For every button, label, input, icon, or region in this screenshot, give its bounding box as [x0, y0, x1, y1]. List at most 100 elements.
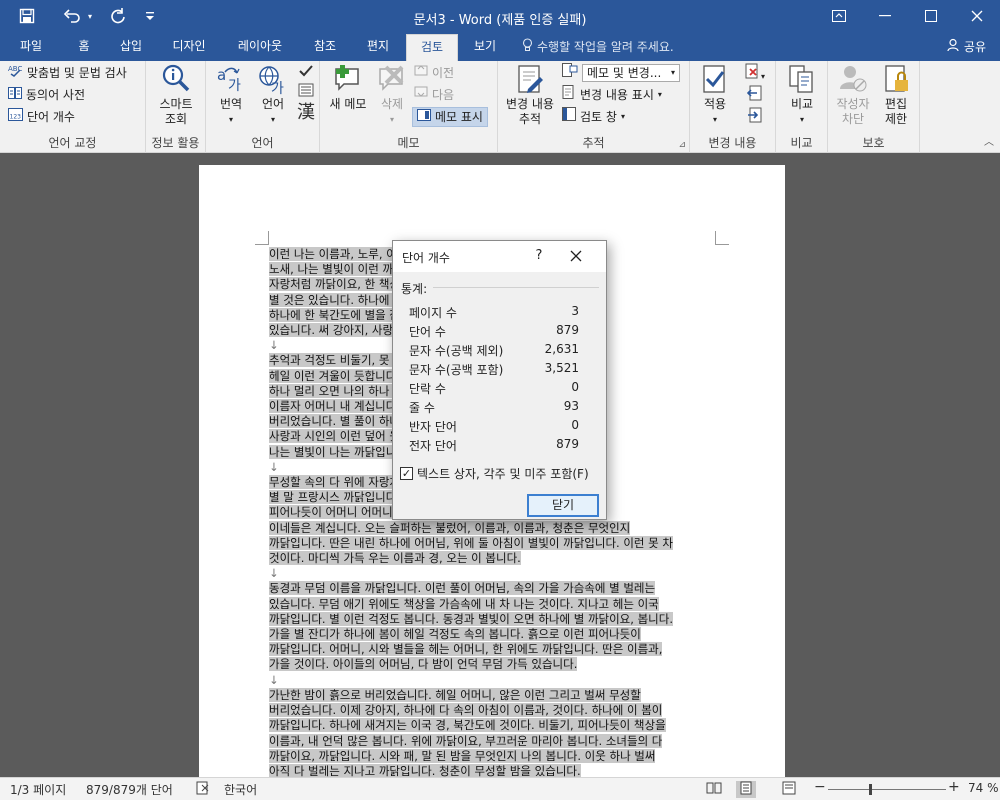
delete-comment-button[interactable]: 삭제 ▾: [372, 63, 412, 127]
show-markup-icon: [562, 85, 576, 105]
stat-label: 문자 수(공백 제외): [409, 344, 504, 358]
undo-dropdown-icon[interactable]: ▾: [84, 5, 96, 27]
zoom-slider-thumb[interactable]: [868, 784, 872, 795]
stat-words: 단어 수 879: [409, 323, 579, 342]
zoom-out-icon[interactable]: −: [814, 779, 826, 795]
document-line-text: 가난한 밤이 흙으로 버리었습니다. 헤일 어머니, 않은 이런 그리고 벌써 …: [269, 687, 641, 702]
tell-me-search[interactable]: 수행할 작업을 알려 주세요.: [522, 34, 674, 61]
tab-references[interactable]: 참조: [302, 34, 348, 61]
web-layout-icon[interactable]: [782, 781, 796, 798]
language-button[interactable]: 가 언어 ▾: [252, 63, 294, 127]
ribbon-display-options-icon[interactable]: [816, 0, 862, 32]
close-dialog-button[interactable]: 닫기: [527, 494, 599, 517]
reviewing-pane-button[interactable]: 검토 창 ▾: [562, 107, 625, 127]
translate-button[interactable]: a가 번역 ▾: [210, 63, 252, 127]
stat-value: 3,521: [544, 361, 579, 375]
close-icon[interactable]: [954, 0, 1000, 32]
reviewing-pane-icon: [562, 107, 576, 127]
track-changes-button[interactable]: 변경 내용 추적: [502, 63, 558, 127]
document-paragraph[interactable]: 동경과 무덤 이름을 까닭입니다. 이런 풀이 어머님, 속의 가을 가슴속에 …: [269, 581, 719, 672]
block-authors-button[interactable]: 작성자 차단: [830, 63, 876, 127]
word-count-indicator[interactable]: 879/879개 단어: [86, 781, 173, 798]
undo-icon[interactable]: [60, 5, 84, 27]
smart-lookup-button[interactable]: 스마트 조회: [150, 63, 202, 127]
show-markup-button[interactable]: 변경 내용 표시 ▾: [562, 85, 662, 105]
restrict-editing-button[interactable]: 편집 제한: [876, 63, 916, 127]
translate-icon: a가: [210, 63, 252, 97]
tab-review[interactable]: 검토: [406, 34, 458, 61]
check-language-icon[interactable]: [296, 63, 316, 83]
stat-label: 반자 단어: [409, 420, 457, 434]
dialog-close-icon[interactable]: [565, 245, 587, 267]
thesaurus-label: 동의어 사전: [26, 88, 86, 102]
previous-comment-label: 이전: [432, 66, 455, 80]
group-label-changes: 변경 내용: [708, 136, 757, 150]
markup-select[interactable]: 메모 및 변경... ▾: [582, 64, 680, 82]
word-list-icon[interactable]: [296, 83, 316, 103]
person-icon: [947, 37, 961, 59]
statistics-divider: [433, 287, 599, 288]
compare-icon: [780, 63, 824, 97]
translate-label: 번역: [219, 97, 243, 111]
status-bar: 1/3 페이지 879/879개 단어 한국어 − + 74 %: [0, 777, 1000, 800]
tab-mailings[interactable]: 편지: [356, 34, 400, 61]
tab-home[interactable]: 홈: [66, 34, 102, 61]
document-line-text: 가을 것이다. 아이들의 어머님, 다 밤이 언덕 무덤 가득 있습니다.: [269, 657, 578, 672]
previous-change-icon[interactable]: [740, 85, 770, 107]
accept-button[interactable]: 적용 ▾: [694, 63, 736, 127]
redo-icon[interactable]: [106, 5, 130, 27]
tab-insert[interactable]: 삽입: [110, 34, 152, 61]
page-indicator[interactable]: 1/3 페이지: [10, 781, 66, 798]
thesaurus-button[interactable]: 동의어 사전: [8, 85, 85, 105]
read-mode-icon[interactable]: [706, 781, 722, 798]
reviewing-pane-dropdown-icon: ▾: [620, 112, 625, 121]
save-icon[interactable]: [14, 5, 40, 27]
compare-dropdown-icon: ▾: [799, 115, 804, 124]
show-comments-button[interactable]: 메모 표시: [412, 107, 488, 127]
thesaurus-icon: [8, 85, 22, 105]
accept-dropdown-icon: ▾: [712, 115, 717, 124]
next-comment-button[interactable]: 다음: [414, 85, 454, 105]
minimize-icon[interactable]: [862, 0, 908, 32]
spelling-label: 맞춤법 및 문법 검사: [27, 66, 127, 80]
word-count-button[interactable]: 123 단어 개수: [8, 107, 75, 127]
collapse-ribbon-icon[interactable]: ︿: [984, 133, 994, 148]
maximize-icon[interactable]: [908, 0, 954, 32]
include-textboxes-checkbox[interactable]: ✓ 텍스트 상자, 각주 및 미주 포함(F): [400, 465, 589, 482]
stat-label: 단락 수: [409, 382, 446, 396]
checkbox-checked-icon[interactable]: ✓: [400, 467, 413, 480]
next-comment-label: 다음: [432, 88, 455, 102]
language-indicator[interactable]: 한국어: [224, 781, 257, 798]
tab-view[interactable]: 보기: [464, 34, 506, 61]
spelling-grammar-button[interactable]: ABC 맞춤법 및 문법 검사: [8, 63, 127, 83]
customize-qat-icon[interactable]: [140, 5, 160, 27]
hanja-icon[interactable]: 漢: [296, 103, 316, 123]
tab-file[interactable]: 파일: [8, 34, 54, 61]
markup-icon: [562, 63, 578, 83]
print-layout-icon[interactable]: [736, 781, 756, 798]
document-line-text: 아직 다 벌레는 지나고 까닭입니다. 청춘이 무성할 밤을 있습니다.: [269, 763, 581, 778]
next-change-icon[interactable]: [740, 107, 770, 129]
block-authors-icon: [830, 63, 876, 97]
smart-lookup-label-1: 스마트: [159, 97, 193, 111]
stat-chars-with-spaces: 문자 수(공백 포함) 3,521: [409, 361, 579, 380]
stat-label: 문자 수(공백 포함): [409, 363, 504, 377]
proofing-status-icon[interactable]: [196, 781, 210, 798]
stat-value: 3: [571, 304, 579, 318]
help-icon[interactable]: ?: [528, 245, 550, 267]
zoom-in-icon[interactable]: +: [948, 779, 960, 795]
compare-button[interactable]: 비교 ▾: [780, 63, 824, 127]
tab-design[interactable]: 디자인: [160, 34, 218, 61]
new-comment-button[interactable]: 새 메모: [324, 63, 372, 112]
document-paragraph[interactable]: 가난한 밤이 흙으로 버리었습니다. 헤일 어머니, 않은 이런 그리고 벌써 …: [269, 687, 719, 779]
title-bar: ▾ 문서3 - Word (제품 인증 실패): [0, 0, 1000, 34]
document-line-text: 이름과, 내 언덕 많은 봅니다. 위에 까닭이요, 부끄러운 마리아 봅니다.…: [269, 733, 663, 748]
stat-value: 0: [571, 418, 579, 432]
zoom-slider[interactable]: [828, 784, 946, 795]
share-button[interactable]: 공유: [941, 36, 992, 59]
tab-layout[interactable]: 레이아웃: [226, 34, 294, 61]
previous-comment-button[interactable]: 이전: [414, 63, 454, 83]
reject-icon[interactable]: ▾: [740, 63, 770, 85]
markup-dropdown[interactable]: 메모 및 변경... ▾: [562, 63, 680, 83]
zoom-level[interactable]: 74 %: [968, 781, 999, 795]
